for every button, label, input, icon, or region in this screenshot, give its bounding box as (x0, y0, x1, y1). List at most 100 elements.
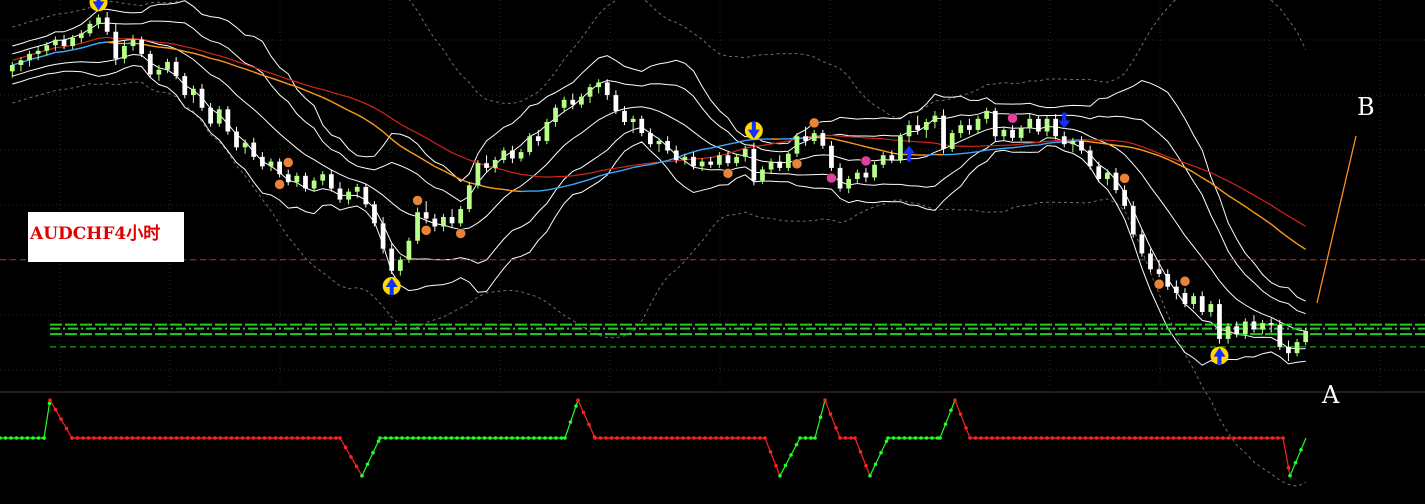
indicator-point (1210, 436, 1214, 440)
indicator-point (959, 412, 963, 416)
indicator-point (1183, 436, 1187, 440)
indicator-point (648, 436, 652, 440)
candle-body (1165, 274, 1170, 287)
candle-body (407, 241, 412, 260)
indicator-point (257, 436, 261, 440)
indicator-point (538, 436, 542, 440)
indicator-point (312, 436, 316, 440)
moving-average-segment (99, 42, 108, 43)
moving-average-segment (55, 52, 64, 53)
indicator-point (587, 423, 591, 427)
indicator-point (131, 436, 135, 440)
candle-body (1114, 173, 1119, 190)
candle-body (846, 179, 851, 189)
indicator-point (164, 436, 168, 440)
indicator-point (1040, 436, 1044, 440)
indicator-point (1265, 436, 1269, 440)
indicator-point (366, 462, 370, 466)
candle-body (898, 136, 903, 160)
indicator-point (483, 436, 487, 440)
indicator-point (439, 436, 443, 440)
indicator-point (1254, 436, 1258, 440)
indicator-point (109, 436, 113, 440)
indicator-point (804, 436, 808, 440)
indicator-point (1122, 436, 1126, 440)
indicator-point (136, 436, 140, 440)
indicator-point (268, 436, 272, 440)
indicator-point (180, 436, 184, 440)
indicator-point (208, 436, 212, 440)
indicator-point (1287, 466, 1291, 470)
candle-body (855, 173, 860, 179)
indicator-point (626, 436, 630, 440)
annotation-a: A (1322, 381, 1339, 409)
indicator-point (338, 436, 342, 440)
indicator-point (455, 436, 459, 440)
candle-body (691, 157, 696, 167)
moving-average-segment (159, 47, 168, 48)
orange-dot-icon (275, 179, 285, 189)
indicator-point (1111, 436, 1115, 440)
candle (407, 238, 412, 263)
candle-body (389, 249, 394, 271)
indicator-point (202, 436, 206, 440)
candle-body (665, 141, 670, 151)
indicator-point (433, 436, 437, 440)
candle-body (1002, 130, 1007, 136)
indicator-point (1062, 436, 1066, 440)
moving-average-segment (926, 155, 935, 156)
indicator-point (290, 436, 294, 440)
indicator-point (925, 436, 929, 440)
candle-body (1096, 166, 1101, 179)
indicator-point (169, 436, 173, 440)
moving-average-segment (952, 154, 961, 155)
indicator-point (1067, 436, 1071, 440)
moving-average-segment (1004, 148, 1013, 149)
indicator-point (400, 436, 404, 440)
candle-body (1303, 331, 1308, 342)
indicator-point (197, 436, 201, 440)
candle-body (19, 60, 24, 65)
indicator-point (4, 436, 8, 440)
candle-body (596, 82, 601, 87)
indicator-point (37, 436, 41, 440)
candle-body (182, 76, 187, 95)
candle-body (605, 82, 610, 95)
indicator-point (569, 420, 573, 424)
indicator-point (42, 436, 46, 440)
candle-body (269, 162, 274, 167)
candle-body (1122, 190, 1127, 206)
indicator-point (615, 436, 619, 440)
indicator-point (823, 398, 827, 402)
indicator-point (406, 436, 410, 440)
orange-dot-icon (421, 225, 431, 235)
indicator-point (703, 436, 707, 440)
indicator-point (599, 436, 603, 440)
indicator-point (344, 446, 348, 450)
magenta-dot-icon (1008, 113, 1018, 123)
indicator-point (103, 436, 107, 440)
magenta-dot-icon (861, 156, 871, 166)
indicator-point (213, 436, 217, 440)
indicator-point (769, 450, 773, 454)
candle-body (829, 146, 834, 168)
chart-area: AUDCHF4小时 A B (0, 0, 1425, 500)
orange-dot-icon (283, 158, 293, 168)
candle-body (545, 122, 550, 141)
indicator-point (725, 436, 729, 440)
candle-body (62, 40, 67, 46)
indicator-point (908, 436, 912, 440)
indicator-point (709, 436, 713, 440)
indicator-point (76, 436, 80, 440)
indicator-point (819, 415, 823, 419)
indicator-point (70, 436, 74, 440)
candle-body (277, 162, 282, 175)
candle-body (924, 122, 929, 130)
candle-body (44, 45, 49, 51)
candle-body (148, 54, 153, 75)
indicator-point (576, 398, 580, 402)
candle-body (312, 181, 317, 189)
indicator-point (879, 451, 883, 455)
candle-body (510, 151, 515, 159)
indicator-point (461, 436, 465, 440)
